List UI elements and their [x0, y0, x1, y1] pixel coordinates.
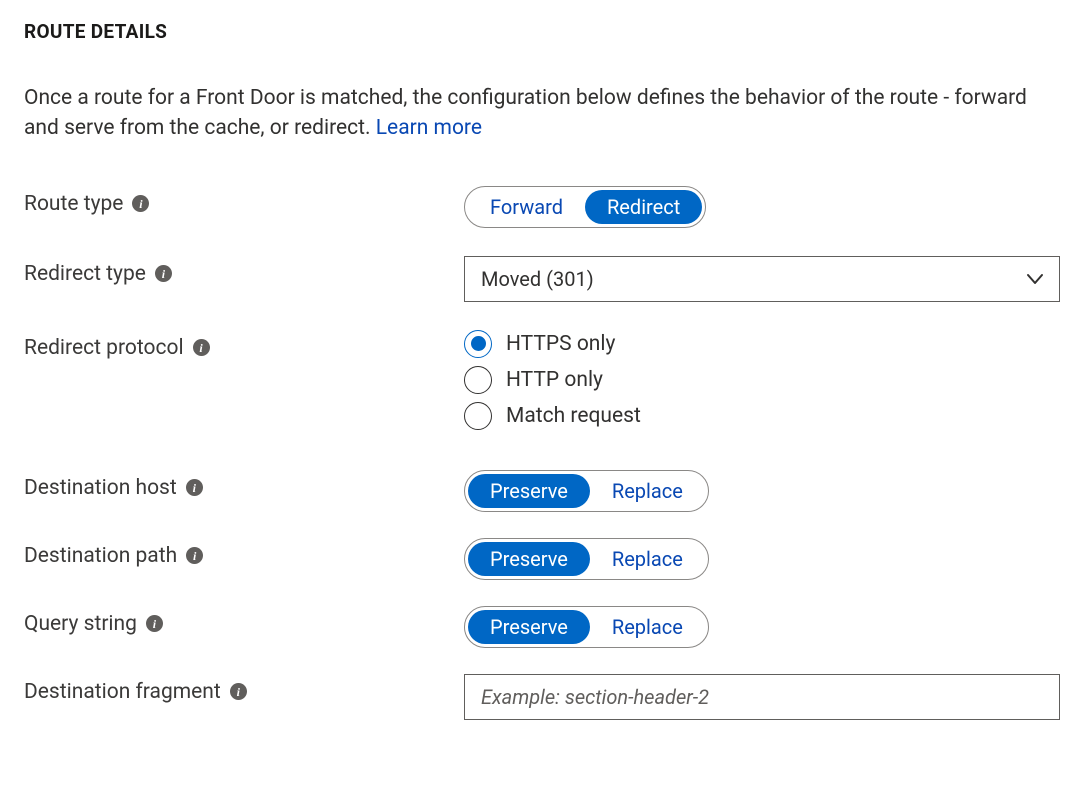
query-string-toggle: Preserve Replace [464, 606, 709, 648]
destination-path-toggle: Preserve Replace [464, 538, 709, 580]
query-string-preserve[interactable]: Preserve [468, 610, 590, 644]
info-icon[interactable]: i [155, 265, 172, 282]
destination-host-replace[interactable]: Replace [590, 474, 705, 508]
redirect-protocol-http-only[interactable]: HTTP only [464, 366, 641, 394]
radio-icon [464, 402, 492, 430]
description-text: Once a route for a Front Door is matched… [24, 83, 1059, 144]
chevron-down-icon [1025, 269, 1045, 289]
query-string-replace[interactable]: Replace [590, 610, 705, 644]
learn-more-link[interactable]: Learn more [376, 116, 482, 140]
destination-path-label: Destination path i [24, 538, 464, 568]
radio-label: Match request [506, 404, 641, 428]
info-icon[interactable]: i [186, 479, 203, 496]
label-text: Redirect protocol [24, 336, 184, 360]
destination-host-label: Destination host i [24, 470, 464, 500]
route-type-forward[interactable]: Forward [468, 190, 585, 224]
label-text: Query string [24, 612, 137, 636]
description-body: Once a route for a Front Door is matched… [24, 86, 1027, 140]
destination-host-toggle: Preserve Replace [464, 470, 709, 512]
info-icon[interactable]: i [230, 683, 247, 700]
destination-host-preserve[interactable]: Preserve [468, 474, 590, 508]
radio-icon [464, 330, 492, 358]
radio-label: HTTP only [506, 368, 603, 392]
redirect-protocol-radiogroup: HTTPS only HTTP only Match request [464, 330, 641, 430]
label-text: Destination host [24, 476, 177, 500]
radio-icon [464, 366, 492, 394]
label-text: Destination fragment [24, 680, 221, 704]
destination-fragment-label: Destination fragment i [24, 674, 464, 704]
info-icon[interactable]: i [146, 615, 163, 632]
label-text: Redirect type [24, 262, 146, 286]
redirect-protocol-match-request[interactable]: Match request [464, 402, 641, 430]
route-type-label: Route type i [24, 186, 464, 216]
query-string-label: Query string i [24, 606, 464, 636]
section-title: ROUTE DETAILS [24, 20, 1059, 43]
redirect-protocol-label: Redirect protocol i [24, 330, 464, 360]
destination-path-replace[interactable]: Replace [590, 542, 705, 576]
select-value: Moved (301) [481, 267, 594, 291]
route-type-toggle: Forward Redirect [464, 186, 706, 228]
redirect-type-label: Redirect type i [24, 256, 464, 286]
destination-fragment-input[interactable] [464, 674, 1060, 720]
redirect-type-select[interactable]: Moved (301) [464, 256, 1060, 302]
info-icon[interactable]: i [193, 339, 210, 356]
route-type-redirect[interactable]: Redirect [585, 190, 702, 224]
label-text: Route type [24, 192, 123, 216]
redirect-protocol-https-only[interactable]: HTTPS only [464, 330, 641, 358]
info-icon[interactable]: i [132, 195, 149, 212]
destination-path-preserve[interactable]: Preserve [468, 542, 590, 576]
info-icon[interactable]: i [186, 547, 203, 564]
radio-label: HTTPS only [506, 332, 615, 356]
label-text: Destination path [24, 544, 177, 568]
